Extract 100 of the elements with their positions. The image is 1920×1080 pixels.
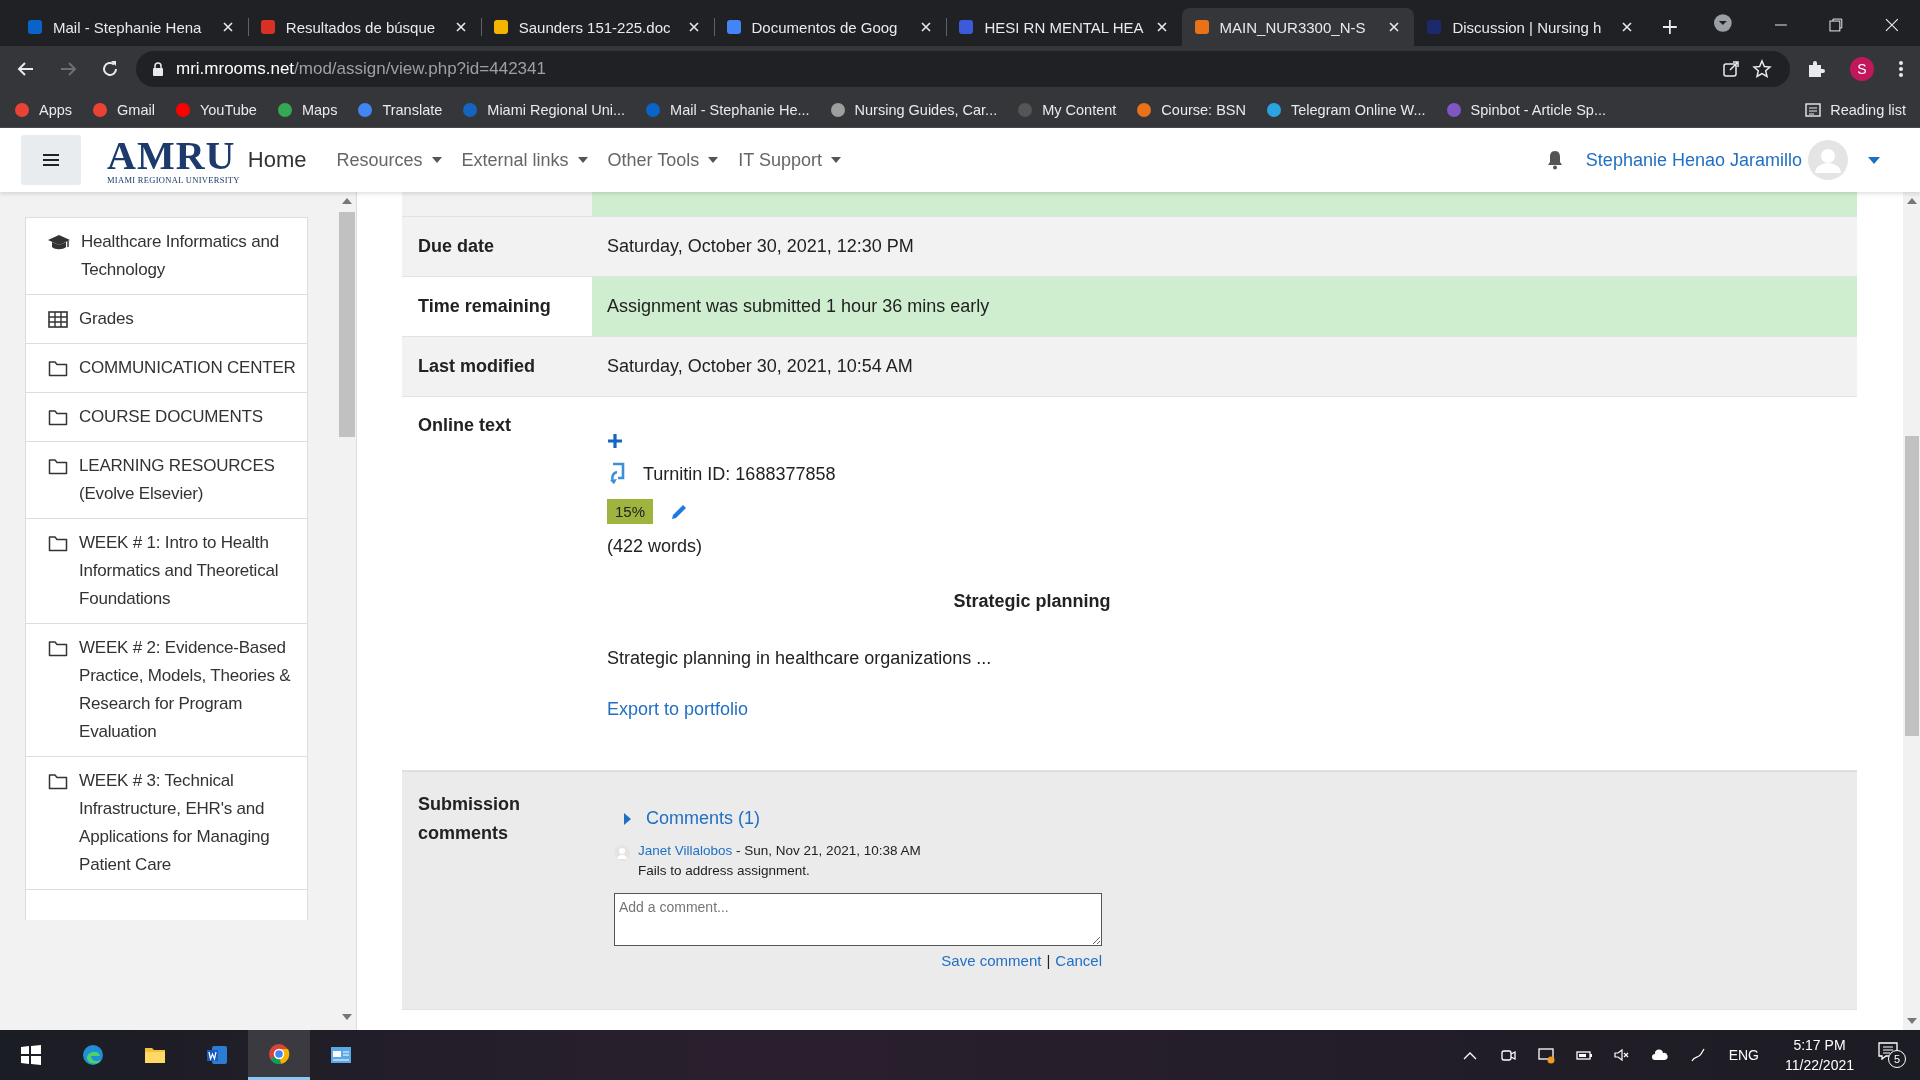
browser-tab[interactable]: MAIN_NUR3300_N-S <box>1181 8 1415 46</box>
sidebar-item[interactable]: COMMUNICATION CENTER <box>26 344 308 393</box>
scrollbar[interactable] <box>1903 192 1920 1030</box>
sidebar-item[interactable]: WEEK # 1: Intro to Health Informatics and Theoretical Foundations <box>26 519 308 624</box>
bookmark-label: Maps <box>301 101 338 118</box>
sidebar-item-label: COMMUNICATION CENTER <box>79 357 296 379</box>
nav-menu[interactable]: Other Tools <box>607 149 719 171</box>
close-icon[interactable] <box>1884 17 1900 33</box>
notifications-button[interactable]: 5 <box>1878 1042 1906 1068</box>
comment-author-link[interactable]: Janet Villalobos <box>638 843 733 858</box>
language-indicator[interactable]: ENG <box>1728 1047 1759 1063</box>
nav-menu[interactable]: Resources <box>336 149 442 171</box>
menu-icon <box>43 153 59 167</box>
folder-icon <box>48 359 68 377</box>
export-link[interactable]: Export to portfolio <box>607 699 749 719</box>
sidebar-item-label: WEEK # 3: Technical Infrastructure, EHR's and Applications for Managing Patient Care <box>79 770 271 876</box>
bookmark-label: Apps <box>39 101 73 118</box>
bookmark-star-icon[interactable] <box>1752 59 1772 79</box>
bookmark-link[interactable]: Translate <box>357 101 443 118</box>
bookmark-link[interactable]: Mail - Stephanie He... <box>645 101 810 118</box>
folder-icon <box>48 534 68 552</box>
folder-icon <box>48 457 68 475</box>
browser-tab[interactable]: HESI RN MENTAL HEA <box>946 8 1182 46</box>
sidebar-item[interactable]: LEARNING RESOURCES (Evolve Elsevier) <box>26 442 308 519</box>
folder-icon <box>48 639 68 657</box>
bookmark-link[interactable]: Spinbot - Article Sp... <box>1445 101 1606 118</box>
bookmark-link[interactable]: YouTube <box>174 101 257 118</box>
bookmark-link[interactable]: Gmail <box>92 101 155 118</box>
caret-icon <box>431 157 442 163</box>
avatar-icon <box>614 845 630 861</box>
link-separator: | <box>1046 952 1051 969</box>
comments-toggle[interactable]: Comments (1) <box>624 808 1842 829</box>
folder-icon <box>48 772 68 790</box>
scroll-up-icon[interactable] <box>342 198 353 204</box>
tab-title: HESI RN MENTAL HEA <box>984 18 1144 36</box>
similarity-score-badge[interactable]: 15% <box>607 499 654 524</box>
user-name-link[interactable]: Stephanie Henao Jaramillo <box>1585 149 1802 171</box>
menu-icon[interactable] <box>1898 59 1904 79</box>
save-comment-link[interactable]: Save comment <box>941 952 1042 969</box>
restore-icon[interactable] <box>1828 17 1845 33</box>
sidebar-item[interactable]: Healthcare Informatics and Technology <box>26 218 308 295</box>
plus-icon[interactable] <box>607 433 623 449</box>
tab-title: MAIN_NUR3300_N-S <box>1219 18 1367 36</box>
logo-wordmark: AMRU <box>107 135 236 176</box>
menu-toggle-button[interactable] <box>21 135 81 185</box>
tab-search-icon[interactable] <box>1713 13 1733 33</box>
profile-avatar[interactable]: S <box>1850 57 1874 81</box>
caret-icon[interactable] <box>1868 156 1880 164</box>
reading-list-button[interactable]: Reading list <box>1805 101 1906 118</box>
status-value-cell: Assignment was submitted 1 hour 36 mins early <box>592 277 1857 336</box>
chrome-icon <box>268 1042 290 1065</box>
home-link[interactable]: Home <box>247 147 307 173</box>
edge-browser-icon <box>82 1044 104 1066</box>
table-icon <box>48 310 68 328</box>
address-bar[interactable]: mri.mrooms.net/mod/assign/view.php?id=442341 <box>136 51 1790 87</box>
scroll-up-icon <box>1906 198 1917 204</box>
bookmark-link[interactable]: Apps <box>14 101 73 118</box>
site-logo[interactable]: AMRU MIAMI REGIONAL UNIVERSITY <box>107 135 240 185</box>
share-icon[interactable] <box>1722 60 1740 78</box>
bookmark-link[interactable]: Telegram Online W... <box>1266 101 1426 118</box>
bookmark-link[interactable]: Maps <box>276 101 338 118</box>
taskbar-button[interactable] <box>248 1030 310 1080</box>
bookmark-label: Telegram Online W... <box>1291 101 1426 118</box>
bookmark-link[interactable]: Miami Regional Uni... <box>462 101 626 118</box>
scrollbar-thumb[interactable] <box>1904 436 1919 736</box>
browser-tab[interactable]: Discussion | Nursing h <box>1414 8 1648 46</box>
reload-icon[interactable] <box>100 59 120 79</box>
clock[interactable]: 5:17 PM 11/22/2021 <box>1784 1035 1854 1075</box>
bookmark-label: Course: BSN <box>1161 101 1246 118</box>
status-label-cell-text: Time remaining <box>417 295 552 318</box>
new-tab-icon[interactable] <box>1661 18 1679 36</box>
scrollbar-thumb[interactable] <box>339 212 356 437</box>
turnitin-id: Turnitin ID: 1688377858 <box>643 463 836 485</box>
comment-field[interactable]: Add a comment... <box>614 893 1102 946</box>
clock-time: 5:17 PM <box>1793 1036 1846 1055</box>
browser-tab[interactable]: Documentos de Goog <box>713 8 947 46</box>
comments-toggle-label: Comments (1) <box>646 808 761 829</box>
nav-menu[interactable]: IT Support <box>738 149 841 171</box>
sidebar-item[interactable]: COURSE DOCUMENTS <box>26 393 308 442</box>
status-value-cell-text: Saturday, October 30, 2021, 10:54 AM <box>606 355 914 378</box>
browser-tab[interactable]: Resultados de búsque <box>247 8 481 46</box>
cancel-link[interactable]: Cancel <box>1055 952 1102 969</box>
sidebar-item[interactable]: WEEK # 2: Evidence-Based Practice, Models, Theories & Research for Program Evaluation <box>26 624 308 757</box>
display-icon[interactable] <box>1536 1046 1555 1064</box>
status-label-cell-text: Submission comments <box>417 793 521 845</box>
browser-tab[interactable]: Saunders 151-225.doc <box>480 8 714 46</box>
browser-tab[interactable]: Mail - Stephanie Hena <box>15 8 248 46</box>
bookmark-link[interactable]: Course: BSN <box>1136 101 1246 118</box>
muted-speaker-icon[interactable] <box>1612 1046 1631 1064</box>
clock-date: 11/22/2021 <box>1784 1056 1854 1075</box>
reading-list-icon <box>1805 101 1822 118</box>
sidebar-item-label: WEEK # 2: Evidence-Based Practice, Models, Theories & Research for Program Evaluation <box>79 637 292 743</box>
essay-heading: Strategic planning <box>953 591 1111 611</box>
sidebar-item[interactable]: WEEK # 3: Technical Infrastructure, EHR's and Applications for Managing Patient Care <box>26 757 308 890</box>
status-label-cell-text: Due date <box>417 235 496 258</box>
bell-icon[interactable] <box>1545 150 1564 170</box>
extensions-icon[interactable] <box>1806 59 1826 79</box>
url-path: /mod/assign/view.php?id=442341 <box>294 59 546 79</box>
sidebar-item[interactable]: Grades <box>26 295 308 344</box>
bookmark-link[interactable]: My Content <box>1017 101 1117 118</box>
